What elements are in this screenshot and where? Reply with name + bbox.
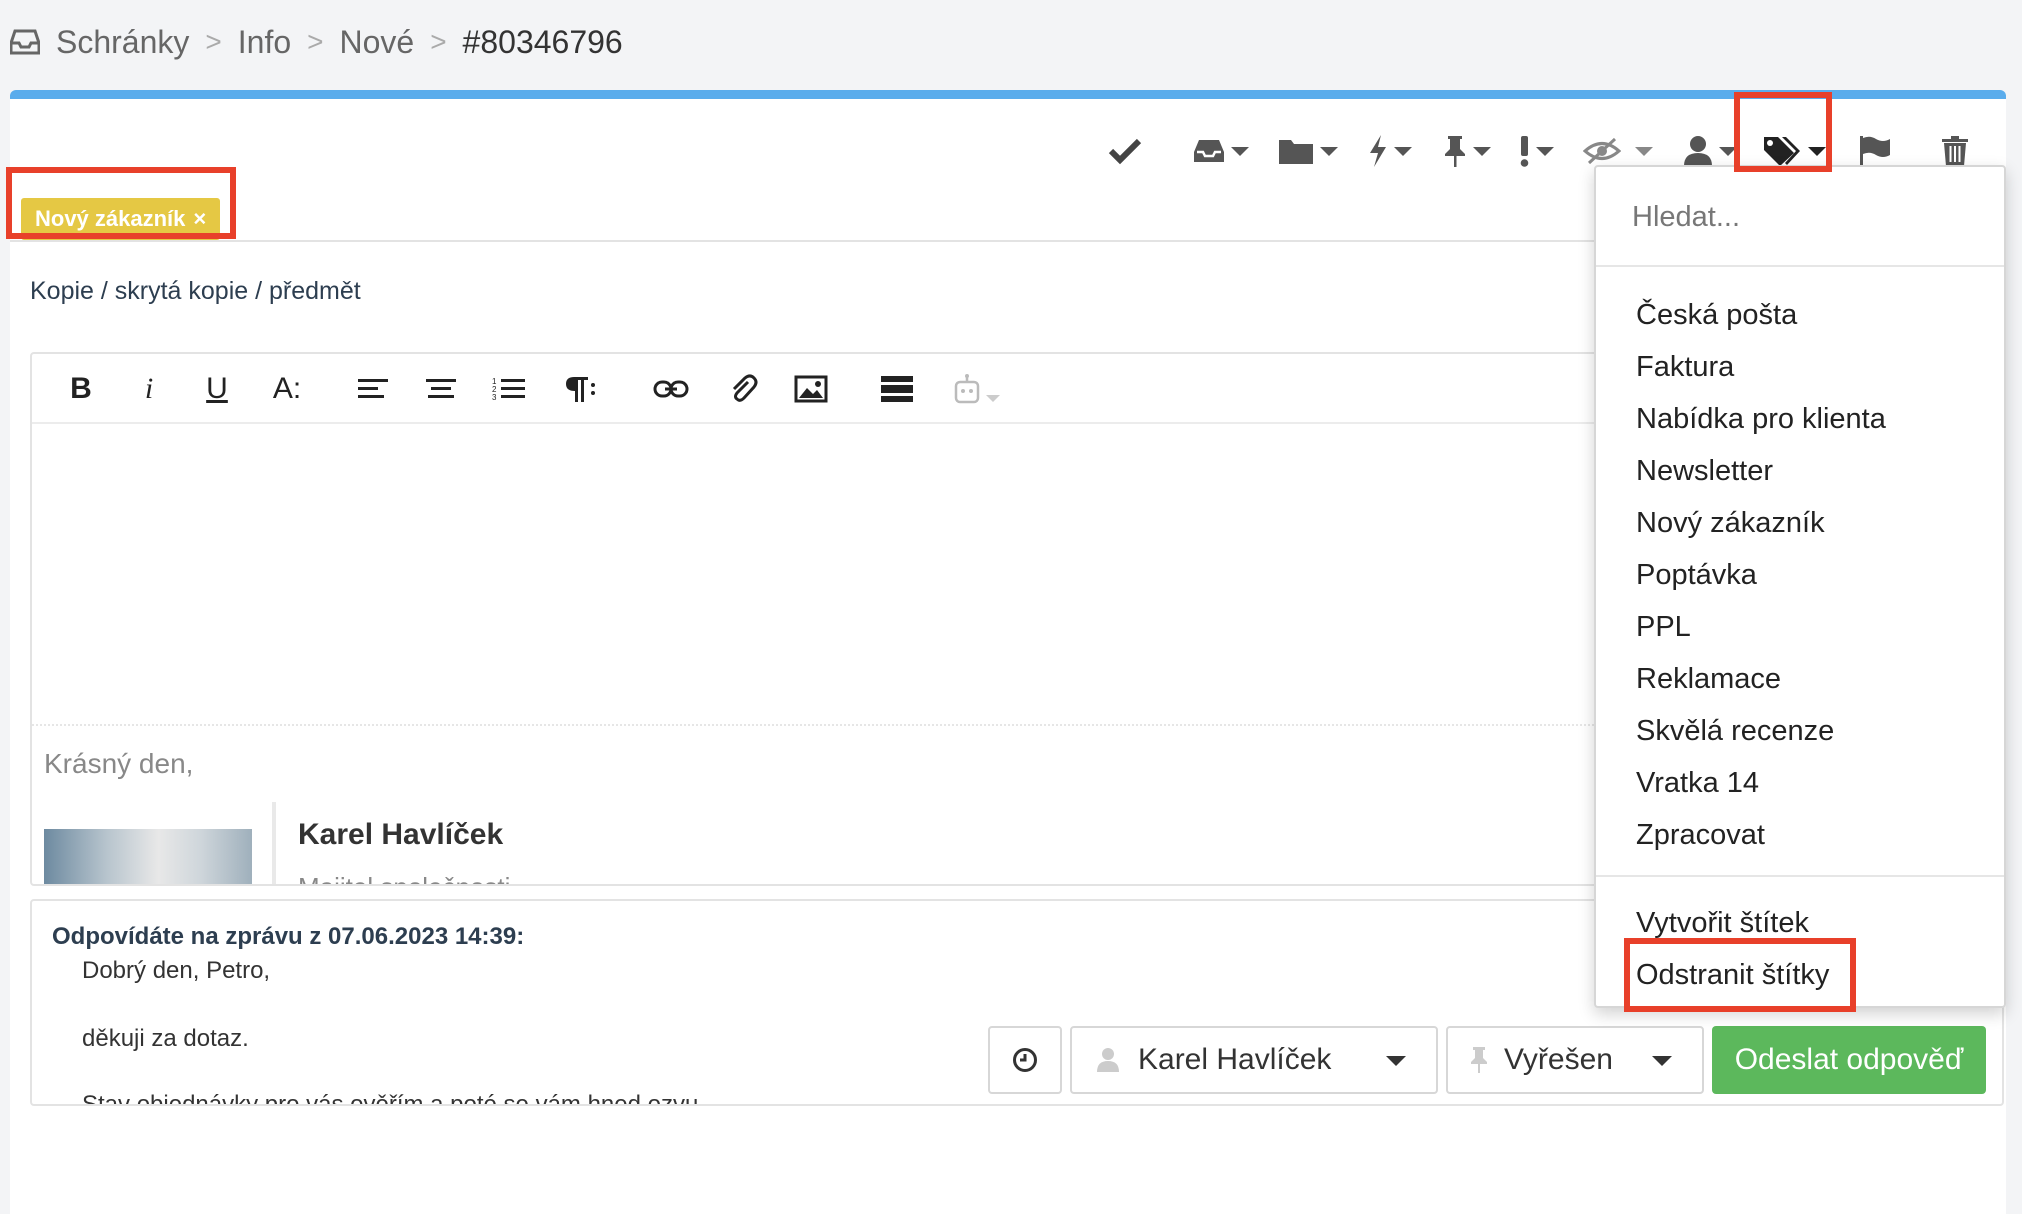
align-center-button[interactable] xyxy=(416,364,466,414)
italic-button[interactable]: i xyxy=(124,364,174,414)
bold-button[interactable]: B xyxy=(56,364,106,414)
inbox-icon xyxy=(1194,140,1224,162)
tag-option-reklamace[interactable]: Reklamace xyxy=(1596,653,2004,705)
highlight-remove-tags xyxy=(1624,938,1856,1012)
folder-icon xyxy=(1279,140,1313,164)
flag-icon xyxy=(1860,136,1890,166)
trash-icon xyxy=(1942,136,1968,166)
robot-icon xyxy=(954,374,980,404)
send-reply-button[interactable]: Odeslat odpověď xyxy=(1712,1026,1986,1094)
tags-search-input[interactable] xyxy=(1632,191,1972,243)
breadcrumb-item-inboxes[interactable]: Schránky xyxy=(56,24,189,61)
highlight-tags-button xyxy=(1734,92,1832,172)
clock-icon xyxy=(1013,1048,1037,1072)
resolve-button[interactable] xyxy=(1100,119,1150,183)
priority-button[interactable] xyxy=(1514,119,1560,183)
exclamation-icon xyxy=(1520,136,1529,167)
insert-image-button[interactable] xyxy=(786,364,836,414)
tag-option-skvela-recenze[interactable]: Skvělá recenze xyxy=(1596,705,2004,757)
tag-option-nabidka[interactable]: Nabídka pro klienta xyxy=(1596,393,2004,445)
signature-name: Karel Havlíček xyxy=(298,818,504,851)
pin-icon xyxy=(1471,1047,1487,1073)
tag-option-ppl[interactable]: PPL xyxy=(1596,601,2004,653)
chevron-down-icon xyxy=(1386,1056,1406,1066)
signature-greeting: Krásný den, xyxy=(44,748,194,779)
cc-bcc-subject-link[interactable]: Kopie / skrytá kopie / předmět xyxy=(30,277,361,306)
schedule-send-button[interactable] xyxy=(988,1026,1062,1094)
pin-button[interactable] xyxy=(1438,119,1496,183)
breadcrumb-item-new[interactable]: Nové xyxy=(339,24,414,61)
signature-photo xyxy=(44,829,252,884)
inbox-icon xyxy=(10,29,40,55)
ordered-list-icon: 123 xyxy=(492,377,525,402)
signature-vertical-line xyxy=(272,802,276,884)
font-size-button[interactable]: A: xyxy=(262,364,312,414)
breadcrumb-separator: > xyxy=(205,26,222,57)
chevron-down-icon xyxy=(1536,146,1554,156)
tag-option-poptavka[interactable]: Poptávka xyxy=(1596,549,2004,601)
tag-option-newsletter[interactable]: Newsletter xyxy=(1596,445,2004,497)
tag-option-faktura[interactable]: Faktura xyxy=(1596,341,2004,393)
user-icon xyxy=(1097,1048,1119,1072)
breadcrumb: Schránky > Info > Nové > #80346796 xyxy=(10,22,623,62)
tags-list: Česká pošta Faktura Nabídka pro klienta … xyxy=(1596,289,2004,861)
align-left-icon xyxy=(358,379,388,398)
status-value: Vyřešen xyxy=(1504,1043,1613,1076)
check-icon xyxy=(1108,138,1142,165)
bolt-icon xyxy=(1370,135,1386,167)
status-select[interactable]: Vyřešen xyxy=(1446,1026,1704,1094)
template-icon xyxy=(881,376,913,402)
automation-button[interactable] xyxy=(1362,119,1418,183)
pin-icon xyxy=(1445,136,1465,167)
assignee-value: Karel Havlíček xyxy=(1138,1043,1332,1076)
breadcrumb-current-ticket: #80346796 xyxy=(462,23,623,60)
insert-link-button[interactable] xyxy=(646,364,696,414)
tags-search xyxy=(1596,167,2004,267)
image-icon xyxy=(794,375,828,403)
align-center-icon xyxy=(426,379,456,398)
tag-option-zpracovat[interactable]: Zpracovat xyxy=(1596,809,2004,861)
chevron-down-icon xyxy=(1473,146,1491,156)
ordered-list-button[interactable]: 123 xyxy=(484,364,534,414)
dropdown-divider xyxy=(1596,875,2004,877)
move-inbox-button[interactable] xyxy=(1186,119,1256,183)
paragraph-icon xyxy=(566,377,595,402)
chevron-down-icon xyxy=(1635,146,1653,156)
chevron-down-icon xyxy=(1394,146,1412,156)
svg-text:3: 3 xyxy=(492,393,497,402)
quoted-message-line: Dobrý den, Petro, xyxy=(82,957,271,984)
tag-option-vratka-14[interactable]: Vratka 14 xyxy=(1596,757,2004,809)
breadcrumb-item-info[interactable]: Info xyxy=(238,24,291,61)
underline-button[interactable]: U xyxy=(192,364,242,414)
chevron-down-icon xyxy=(986,394,1000,402)
assignee-select[interactable]: Karel Havlíček xyxy=(1070,1026,1438,1094)
breadcrumb-separator: > xyxy=(430,26,447,57)
signature-role: Majitel společnosti xyxy=(298,872,510,884)
quoted-message-title: Odpovídáte na zprávu z 07.06.2023 14:39: xyxy=(52,923,525,950)
align-left-button[interactable] xyxy=(348,364,398,414)
chevron-down-icon xyxy=(1652,1056,1672,1066)
chevron-down-icon xyxy=(1320,146,1338,156)
link-icon xyxy=(653,380,689,398)
template-button[interactable] xyxy=(872,364,922,414)
folder-button[interactable] xyxy=(1272,119,1344,183)
reply-actions: Karel Havlíček Vyřešen Odeslat odpověď xyxy=(0,1026,2022,1094)
breadcrumb-separator: > xyxy=(307,26,324,57)
ai-assistant-button[interactable] xyxy=(940,364,1010,414)
paperclip-icon xyxy=(732,374,758,402)
paragraph-format-button[interactable] xyxy=(554,364,604,414)
tag-option-ceska-posta[interactable]: Česká pošta xyxy=(1596,289,2004,341)
tag-option-novy-zakaznik[interactable]: Nový zákazník xyxy=(1596,497,2004,549)
eye-slash-icon xyxy=(1583,137,1621,165)
highlight-tag-chip xyxy=(6,167,236,239)
user-icon xyxy=(1684,136,1712,166)
chevron-down-icon xyxy=(1231,146,1249,156)
tags-dropdown: Česká pošta Faktura Nabídka pro klienta … xyxy=(1594,165,2006,1008)
attachment-button[interactable] xyxy=(718,364,768,414)
